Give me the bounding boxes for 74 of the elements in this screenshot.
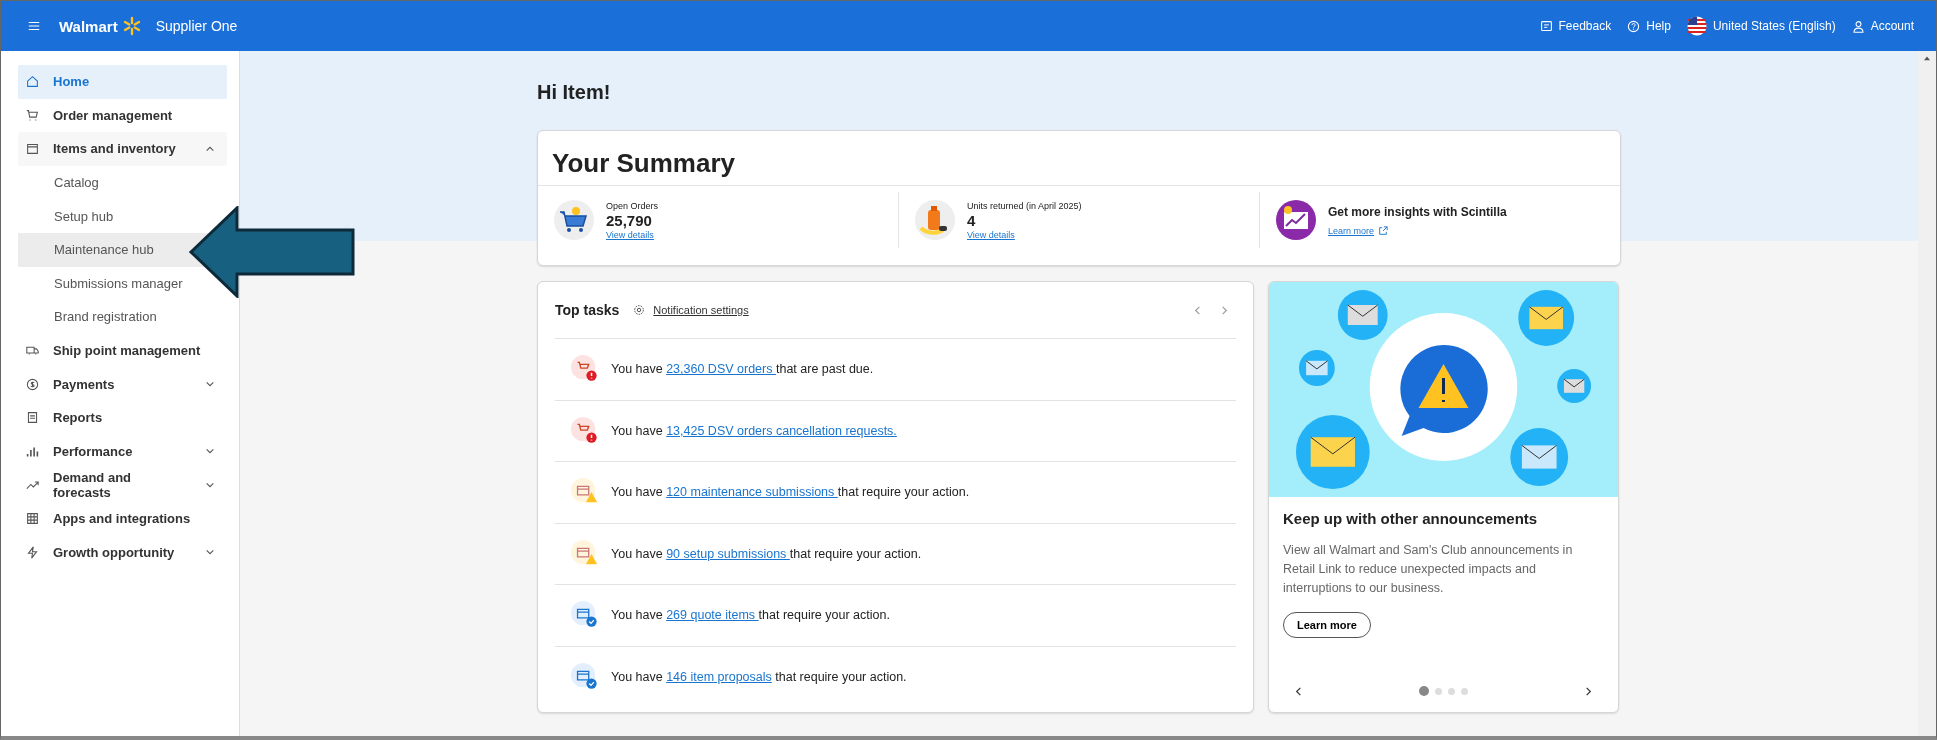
summary-title: Your Summary [538,131,1620,186]
header-link[interactable]: Help [1627,19,1671,33]
task-text: You have 120 maintenance submissions that require your action. [611,485,970,500]
spark-logo-icon [121,16,142,36]
sidebar-item[interactable]: Demand and forecasts [18,468,227,502]
carousel-dot[interactable] [1461,687,1468,695]
product-name: Supplier One [155,18,238,34]
chart-screen-icon [1276,200,1316,240]
task-text: You have 269 quote items that require your action. [611,608,890,623]
sidebar-item[interactable]: Home [18,65,227,99]
sidebar-subitem[interactable]: Brand registration [18,300,227,334]
stat-label: Units returned (in April 2025) [967,200,1082,211]
task-text: You have 90 setup submissions that require your action. [611,546,922,561]
sidebar-item[interactable]: Order management [18,98,227,133]
task-link[interactable]: 90 setup submissions [666,546,790,561]
flag-icon [1686,16,1707,36]
help-icon [1627,19,1641,33]
box-icon [26,142,39,156]
header-link[interactable]: United States (English) [1686,16,1836,36]
sidebar-item[interactable]: Apps and integrations [18,501,227,536]
menu-icon[interactable] [27,19,41,33]
bottle-and-banana-icon [915,200,955,240]
header-link[interactable]: Account [1851,19,1914,33]
scrollbar[interactable] [1918,51,1936,736]
sidebar-item[interactable]: Growth opportunity [18,535,227,569]
bolt-icon [26,545,39,559]
details-link[interactable]: View details [606,229,659,240]
sidebar-item[interactable]: Items and inventory [18,132,227,166]
greeting: Hi Item! [537,81,612,104]
stat-value: 4 [967,211,977,229]
dollar-icon [26,377,39,391]
announcement-title: Keep up with other announcements [1283,510,1539,527]
sidebar-item[interactable]: Reports [18,400,227,435]
task-text: You have 146 item proposals that require your action. [611,669,907,684]
chevron-icon [205,144,215,154]
details-link[interactable]: View details [967,229,1082,240]
sidebar-item[interactable]: Performance [18,434,227,469]
header-link[interactable]: Feedback [1539,19,1612,33]
sidebar-item[interactable]: Payments [18,367,227,401]
task-text: You have 13,425 DSV orders cancellation requests. [611,423,897,438]
truck-icon [26,344,39,358]
external-link-icon [1378,225,1389,236]
sidebar-item[interactable]: Ship point management [18,333,227,368]
carousel-dot[interactable] [1448,687,1455,695]
next-icon[interactable] [1583,685,1594,697]
settings-icon [633,304,646,316]
stat-value: 25,790 [606,211,653,229]
previous-icon[interactable] [1293,685,1304,697]
carousel-dot[interactable] [1435,687,1442,695]
shopping-cart-icon [554,200,594,240]
brand-logo-text[interactable]: Walmart [59,17,118,35]
stat-label: Open Orders [606,200,659,211]
task-link[interactable]: 23,360 DSV orders [666,362,776,377]
learn-more-button[interactable]: Learn more [1283,612,1371,638]
scroll-up-icon[interactable] [1923,55,1931,61]
task-link[interactable]: 269 quote items [666,608,759,623]
task-link[interactable]: 120 maintenance submissions [666,485,838,500]
details-link[interactable]: Learn more [1328,225,1507,236]
notification-settings-link[interactable]: Notification settings [653,304,749,316]
home-icon [26,75,39,89]
task-link[interactable]: 13,425 DSV orders cancellation requests. [666,423,897,438]
task-link[interactable]: 146 item proposals [666,669,772,684]
apps-icon [26,512,39,525]
report-icon [26,411,39,425]
insight-title: Get more insights with Scintilla [1328,204,1507,219]
top-tasks-title: Top tasks [555,302,620,318]
feedback-icon [1539,19,1553,33]
account-icon [1851,19,1865,33]
announcement-text: View all Walmart and Sam's Club announcements in Retail Link to reduce unexpected impacts and interruptions to our business. [1283,542,1574,597]
carousel-dot[interactable] [1419,686,1429,696]
sidebar-subitem[interactable]: Catalog [18,165,227,200]
bars-icon [26,444,39,458]
task-text: You have 23,360 DSV orders that are past due. [611,362,874,377]
trend-icon [26,478,39,492]
